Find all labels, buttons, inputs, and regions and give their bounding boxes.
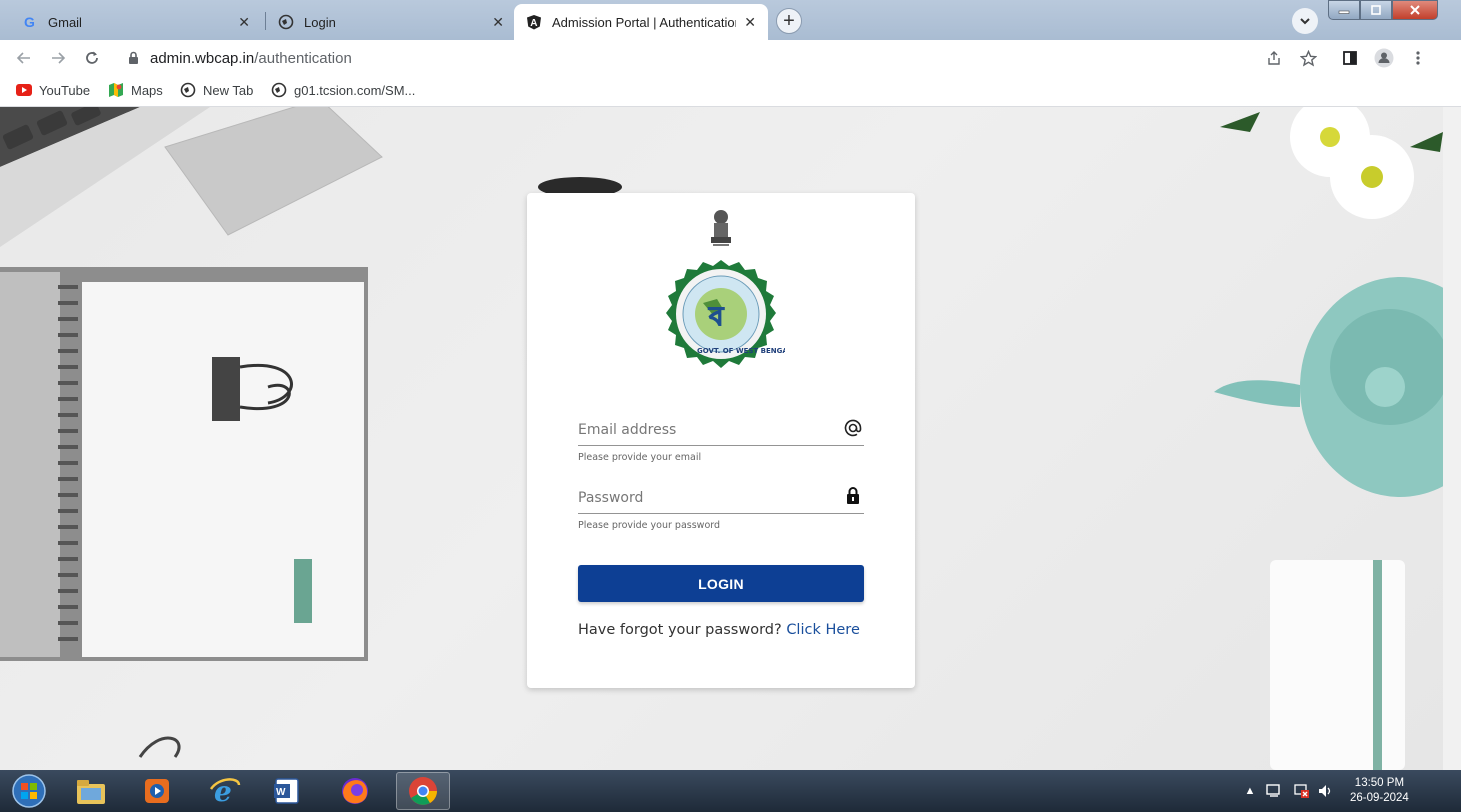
tab-login[interactable]: Login ✕ xyxy=(266,4,516,40)
close-icon[interactable]: ✕ xyxy=(492,14,504,31)
word-icon[interactable]: W xyxy=(262,772,312,810)
close-icon[interactable]: ✕ xyxy=(238,14,250,31)
maps-icon xyxy=(108,82,124,98)
svg-text:ব: ব xyxy=(708,302,725,332)
angular-icon: A xyxy=(526,14,542,30)
browser-toolbar: admin.wbcap.in/authentication xyxy=(0,40,1461,76)
system-clock[interactable]: 13:50 PM 26-09-2024 xyxy=(1350,776,1409,806)
forward-arrow-icon[interactable] xyxy=(46,46,70,70)
action-center-icon[interactable] xyxy=(1266,783,1282,799)
email-field[interactable] xyxy=(578,415,864,446)
address-bar[interactable]: admin.wbcap.in/authentication xyxy=(112,43,1452,73)
lock-icon[interactable] xyxy=(128,51,139,69)
bookmark-label: Maps xyxy=(131,82,163,98)
internet-explorer-icon[interactable]: e xyxy=(200,772,250,810)
new-tab-button[interactable]: + xyxy=(776,8,802,34)
bookmarks-bar: YouTube Maps New Tab g01.tcsion.com/SM..… xyxy=(0,76,1461,107)
clock-date: 26-09-2024 xyxy=(1350,792,1409,804)
bookmark-tcsion[interactable]: g01.tcsion.com/SM... xyxy=(271,82,415,98)
tab-title: Gmail xyxy=(48,14,82,30)
show-hidden-icons-icon[interactable]: ▲ xyxy=(1242,783,1258,799)
url-host: admin.wbcap.in xyxy=(150,50,255,67)
page-viewport: ব GOVT. OF WEST BENGAL Please provide yo… xyxy=(0,107,1443,770)
email-helper-text: Please provide your email xyxy=(578,452,702,463)
google-icon: G xyxy=(22,14,38,30)
svg-text:W: W xyxy=(276,787,286,798)
login-button[interactable]: LOGIN xyxy=(578,565,864,602)
tab-gmail[interactable]: G Gmail ✕ xyxy=(10,4,262,40)
url-text: admin.wbcap.in/authentication xyxy=(150,50,352,67)
file-explorer-icon[interactable] xyxy=(66,772,116,810)
chrome-icon[interactable] xyxy=(396,772,450,810)
bookmark-maps[interactable]: Maps xyxy=(108,82,163,98)
page-scrollbar[interactable] xyxy=(1443,107,1461,770)
close-icon[interactable]: ✕ xyxy=(744,14,756,31)
globe-icon xyxy=(271,82,287,98)
start-orb-icon[interactable] xyxy=(6,772,52,810)
close-window-button[interactable] xyxy=(1392,0,1438,20)
volume-icon[interactable] xyxy=(1318,783,1334,799)
bookmark-star-icon[interactable] xyxy=(1296,46,1320,70)
tab-strip: G Gmail ✕ Login ✕ A Admission Portal | A… xyxy=(0,0,1461,40)
password-helper-text: Please provide your password xyxy=(578,520,721,531)
taskbar: e W ▲ 13:50 PM 26-09-2024 xyxy=(0,770,1461,812)
tab-title: Admission Portal | Authentication xyxy=(552,14,737,30)
west-bengal-seal-icon: ব GOVT. OF WEST BENGAL xyxy=(666,260,785,368)
forgot-password-text: Have forgot your password? xyxy=(578,622,782,638)
login-card: ব GOVT. OF WEST BENGAL Please provide yo… xyxy=(527,193,915,688)
password-field[interactable] xyxy=(578,483,864,514)
maximize-button[interactable] xyxy=(1360,0,1392,20)
media-player-icon[interactable] xyxy=(132,772,182,810)
bookmark-label: g01.tcsion.com/SM... xyxy=(294,82,416,98)
at-icon xyxy=(842,417,864,439)
forgot-password-row: Have forgot your password? Click Here xyxy=(578,622,860,638)
seal-text: GOVT. OF WEST BENGAL xyxy=(697,347,785,355)
forgot-password-link[interactable]: Click Here xyxy=(786,622,860,638)
globe-icon xyxy=(278,14,294,30)
side-panel-icon[interactable] xyxy=(1338,46,1362,70)
lock-icon xyxy=(842,485,864,507)
globe-icon xyxy=(180,82,196,98)
window-controls xyxy=(1328,0,1438,22)
share-icon[interactable] xyxy=(1262,46,1286,70)
url-path: /authentication xyxy=(254,50,352,67)
firefox-icon[interactable] xyxy=(330,772,380,810)
bookmark-label: New Tab xyxy=(203,82,254,98)
tab-admission-portal[interactable]: A Admission Portal | Authentication ✕ xyxy=(514,4,768,40)
bookmark-youtube[interactable]: YouTube xyxy=(16,82,90,98)
profile-avatar-icon[interactable] xyxy=(1372,46,1396,70)
bookmark-label: YouTube xyxy=(39,82,91,98)
reload-icon[interactable] xyxy=(80,46,104,70)
password-field-group: Please provide your password xyxy=(578,483,864,531)
minimize-button[interactable] xyxy=(1328,0,1360,20)
ashoka-emblem-icon xyxy=(711,210,731,246)
svg-text:A: A xyxy=(530,18,537,29)
clock-time: 13:50 PM xyxy=(1354,777,1405,789)
network-disconnected-icon[interactable] xyxy=(1294,783,1310,799)
youtube-icon xyxy=(16,82,32,98)
svg-text:G: G xyxy=(24,14,35,30)
tab-title: Login xyxy=(304,14,336,30)
back-arrow-icon[interactable] xyxy=(12,46,36,70)
more-menu-icon[interactable] xyxy=(1406,46,1430,70)
bookmark-new-tab[interactable]: New Tab xyxy=(180,82,253,98)
chevron-down-icon[interactable] xyxy=(1292,8,1318,34)
email-field-group: Please provide your email xyxy=(578,415,864,463)
